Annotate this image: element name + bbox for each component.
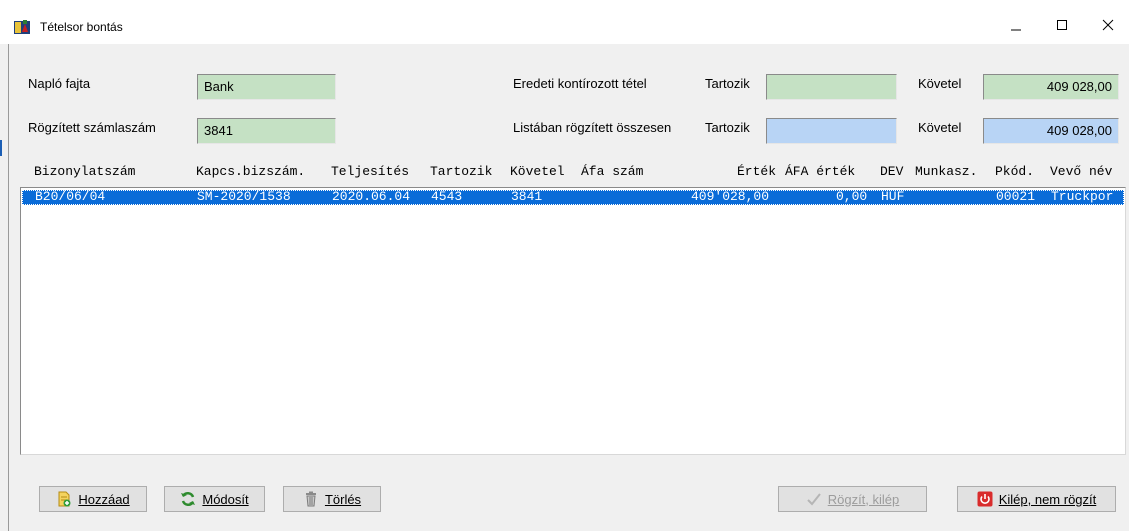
column-header[interactable]: Érték	[737, 164, 776, 179]
column-header[interactable]: Kapcs.bizszám.	[196, 164, 305, 179]
maximize-icon[interactable]	[1039, 10, 1085, 40]
eredeti-tartozik-label: Tartozik	[705, 76, 750, 91]
cell-dev: HUF	[881, 189, 905, 204]
exit-no-save-button[interactable]: Kilép, nem rögzít	[957, 486, 1116, 512]
modify-button[interactable]: Módosít	[164, 486, 265, 512]
items-grid[interactable]: B20/06/04 SM-2020/1538 2020.06.04 4543 3…	[20, 187, 1126, 455]
column-header[interactable]: Munkasz.	[915, 164, 977, 179]
ledger-app-icon	[14, 20, 30, 34]
cell-teljesites: 2020.06.04	[332, 189, 411, 204]
refresh-icon	[181, 491, 196, 507]
eredeti-label: Eredeti kontírozott tétel	[513, 76, 647, 91]
add-button-label: Hozzáad	[78, 491, 130, 507]
cell-bizonylatszam: B20/06/04	[35, 189, 106, 204]
column-header[interactable]: Teljesítés	[331, 164, 409, 179]
cell-vevo-nev: Truckpor	[1051, 189, 1114, 204]
column-header[interactable]: Áfa szám	[581, 164, 643, 179]
modify-button-label: Módosít	[202, 491, 249, 507]
cell-tartozik: 4543	[431, 189, 463, 204]
column-header[interactable]: DEV	[880, 164, 903, 179]
lista-label: Listában rögzített összesen	[513, 120, 672, 135]
cell-kovetel: 3841	[511, 189, 543, 204]
eredeti-tartozik-field[interactable]	[766, 74, 897, 100]
add-button[interactable]: Hozzáad	[39, 486, 147, 512]
rogzitett-label: Rögzített számlaszám	[28, 120, 156, 135]
trash-icon	[305, 491, 316, 507]
save-exit-button-label: Rögzít, kilép	[827, 491, 900, 507]
lista-tartozik-label: Tartozik	[705, 120, 750, 135]
table-header: Bizonylatszám Kapcs.bizszám. Teljesítés …	[0, 162, 1129, 182]
column-header[interactable]: ÁFA érték	[785, 164, 855, 179]
save-exit-button[interactable]: Rögzít, kilép	[778, 486, 927, 512]
window-title: Tételsor bontás	[40, 20, 123, 34]
checkmark-icon	[807, 493, 821, 506]
eredeti-kovetel-field[interactable]: 409 028,00	[983, 74, 1119, 100]
title-bar: Tételsor bontás	[0, 0, 1129, 44]
cell-ertek: 409'028,00	[691, 189, 770, 204]
cell-kapcs: SM-2020/1538	[197, 189, 291, 204]
column-header[interactable]: Tartozik	[430, 164, 492, 179]
lista-kovetel-field[interactable]: 409 028,00	[983, 118, 1119, 144]
power-icon	[977, 491, 993, 507]
cell-pkod: 00021	[996, 189, 1036, 204]
add-document-icon	[58, 491, 71, 507]
column-header[interactable]: Követel	[510, 164, 565, 179]
lista-kovetel-label: Követel	[918, 120, 962, 135]
column-header[interactable]: Vevő név	[1050, 164, 1112, 179]
eredeti-kovetel-label: Követel	[918, 76, 962, 91]
exit-no-save-button-label: Kilép, nem rögzít	[998, 491, 1097, 507]
delete-button[interactable]: Törlés	[283, 486, 381, 512]
lista-tartozik-field[interactable]	[766, 118, 897, 144]
focus-marker	[0, 140, 2, 156]
close-icon[interactable]	[1085, 10, 1129, 40]
delete-button-label: Törlés	[324, 491, 362, 507]
column-header[interactable]: Bizonylatszám	[34, 164, 135, 179]
minimize-icon[interactable]	[993, 10, 1039, 40]
naplo-label: Napló fajta	[28, 76, 91, 91]
column-header[interactable]: Pkód.	[995, 164, 1034, 179]
rogzitett-field[interactable]: 3841	[197, 118, 336, 144]
table-row[interactable]: B20/06/04 SM-2020/1538 2020.06.04 4543 3…	[22, 189, 1124, 205]
naplo-field[interactable]: Bank	[197, 74, 336, 100]
cell-afa-ertek: 0,00	[836, 189, 868, 204]
